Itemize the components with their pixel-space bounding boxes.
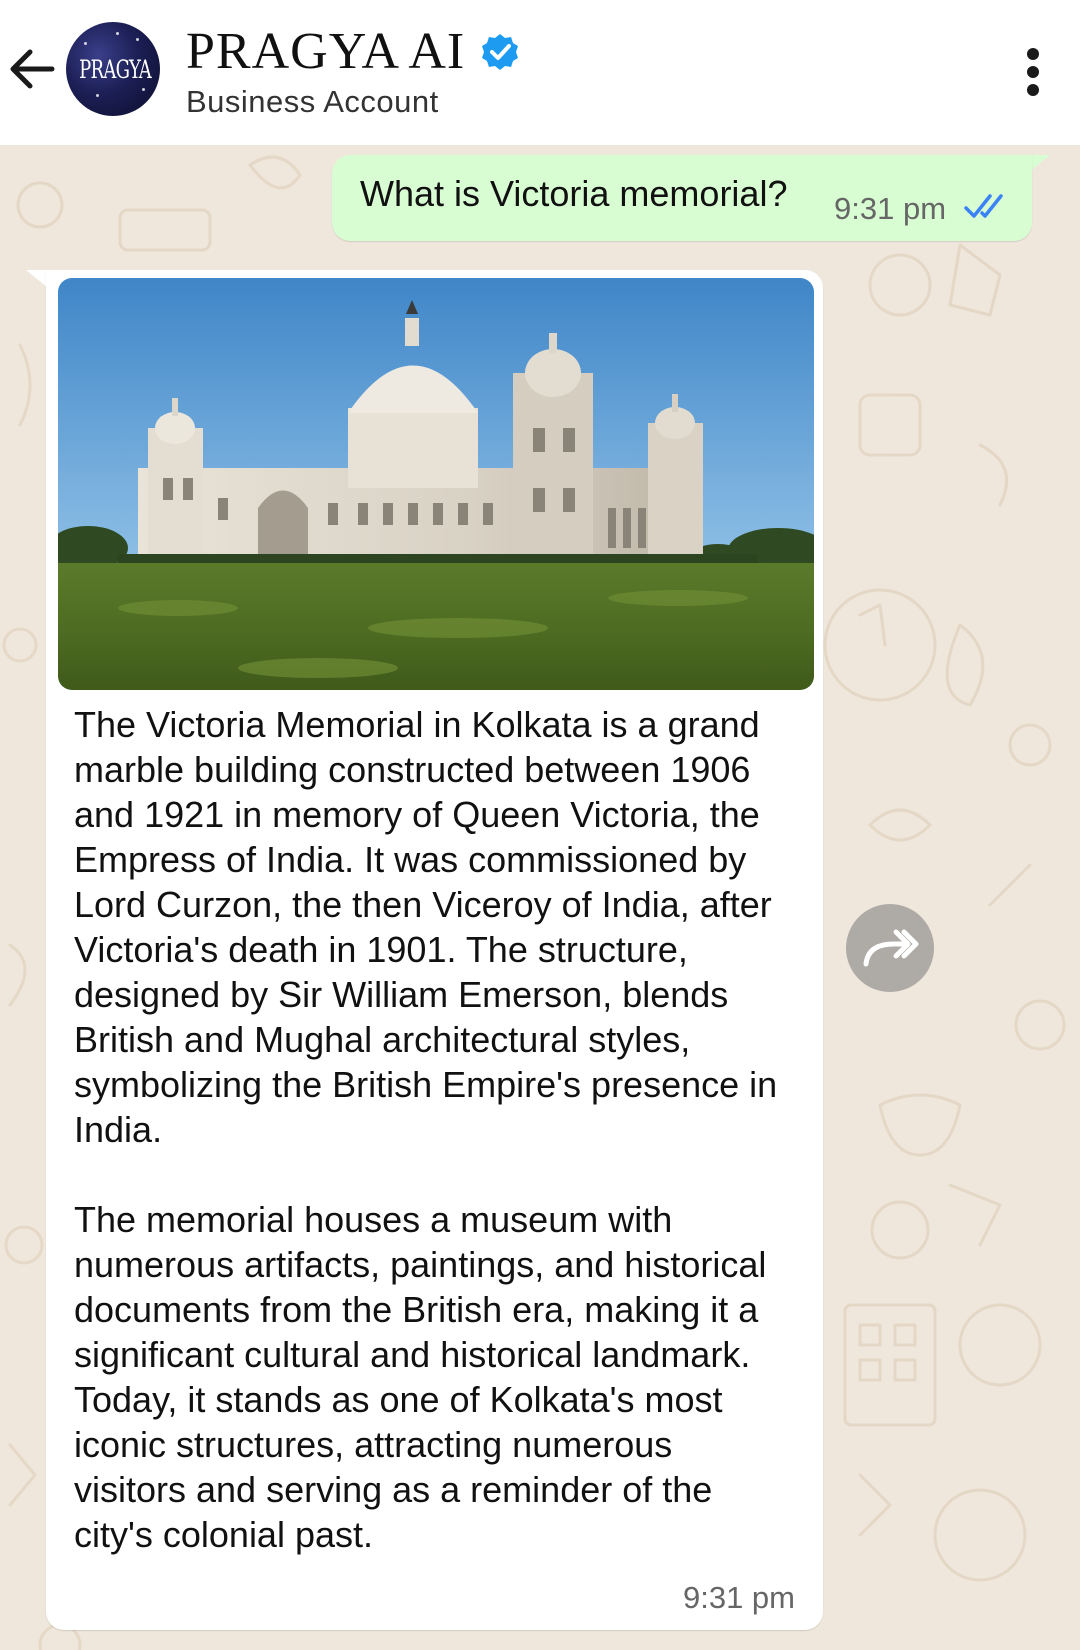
back-arrow-icon[interactable]: [6, 46, 58, 92]
read-ticks-icon: [964, 194, 1003, 218]
avatar-label: PRAGYA: [79, 55, 152, 84]
message-image[interactable]: [58, 278, 814, 690]
contact-title[interactable]: PRAGYA AI: [186, 22, 520, 81]
forward-button[interactable]: [846, 904, 934, 992]
more-options-icon[interactable]: [1018, 46, 1048, 98]
incoming-message[interactable]: The Victoria Memorial in Kolkata is a gr…: [46, 270, 823, 1630]
outgoing-message-time: 9:31 pm: [834, 191, 947, 226]
message-paragraph-2: The memorial houses a museum with numero…: [74, 1199, 767, 1555]
message-paragraph-1: The Victoria Memorial in Kolkata is a gr…: [74, 704, 778, 1150]
outgoing-message[interactable]: What is Victoria memorial? 9:31 pm: [332, 155, 1032, 241]
incoming-bubble-tail: [26, 270, 48, 288]
avatar[interactable]: PRAGYA: [66, 22, 160, 116]
contact-name: PRAGYA AI: [186, 23, 466, 80]
account-type-label: Business Account: [186, 84, 439, 119]
outgoing-message-text: What is Victoria memorial?: [360, 173, 788, 214]
incoming-message-text: The Victoria Memorial in Kolkata is a gr…: [74, 702, 794, 1557]
chat-header: PRAGYA PRAGYA AI Business Account: [0, 0, 1080, 145]
forward-icon: [863, 929, 919, 967]
verified-badge-icon: [481, 33, 518, 70]
incoming-message-time: 9:31 pm: [682, 1580, 795, 1615]
